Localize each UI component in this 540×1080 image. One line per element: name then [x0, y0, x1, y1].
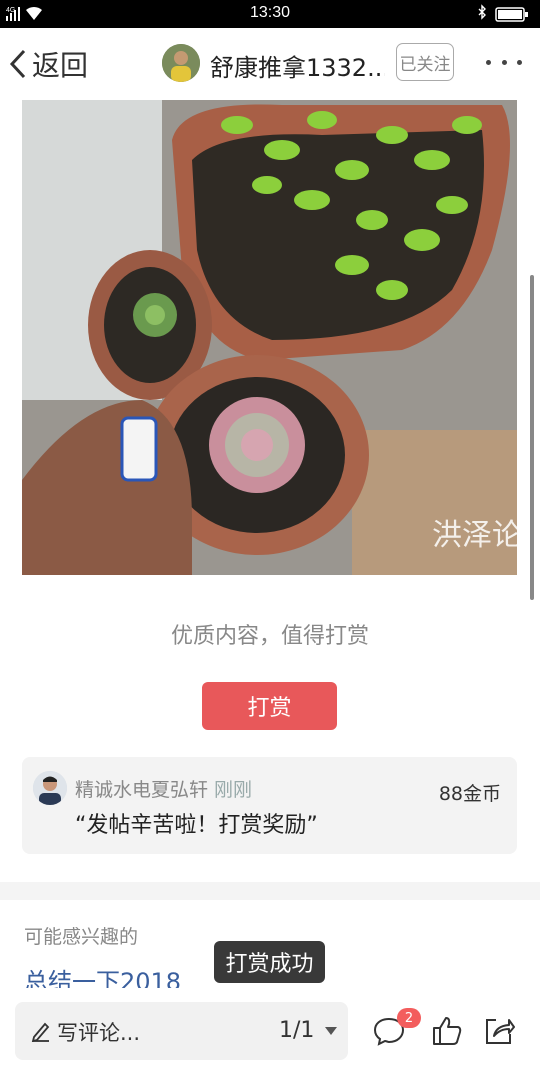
related-section-title: 可能感兴趣的	[24, 926, 139, 948]
comment-placeholder: 写评论...	[57, 1021, 141, 1045]
chevron-down-icon[interactable]	[325, 1027, 337, 1035]
image-watermark: 洪泽论坛	[432, 518, 517, 553]
reward-time: 刚刚	[214, 779, 253, 801]
status-time: 13:30	[249, 4, 291, 21]
reward-record-card: 精诚水电夏弘轩 刚刚 88金币 “发帖辛苦啦！打赏奖励”	[22, 757, 517, 854]
comment-count-badge: 2	[397, 1008, 421, 1028]
more-dots-icon[interactable]	[486, 50, 522, 74]
rewarder-avatar[interactable]	[33, 771, 67, 805]
toast-message: 打赏成功	[214, 941, 325, 983]
section-divider	[0, 882, 540, 900]
follow-button[interactable]: 已关注	[396, 43, 454, 81]
reward-message: “发帖辛苦啦！打赏奖励”	[75, 813, 318, 838]
top-nav-bar: 返回 舒康推拿1332... 已关注	[0, 28, 540, 100]
author-name[interactable]: 舒康推拿1332...	[210, 48, 385, 83]
pencil-icon	[31, 1022, 50, 1042]
reward-button[interactable]: 打赏	[202, 682, 337, 730]
status-bar: 4G 13:30	[0, 0, 540, 28]
post-image[interactable]: 洪泽论坛	[22, 100, 517, 575]
scrollbar[interactable]	[530, 275, 534, 600]
back-label: 返回	[32, 49, 89, 82]
bottom-action-bar: 写评论... 1/1 2	[0, 988, 540, 1080]
reward-amount: 88金币	[438, 783, 501, 805]
rewarder-info: 精诚水电夏弘轩 刚刚	[75, 775, 252, 802]
thumbs-up-icon[interactable]	[430, 1014, 464, 1048]
comment-input[interactable]: 写评论... 1/1	[15, 1002, 348, 1060]
back-button[interactable]: 返回	[8, 42, 88, 86]
succulent-photo: 洪泽论坛	[22, 100, 517, 575]
avatar-image	[33, 771, 67, 805]
rewarder-name[interactable]: 精诚水电夏弘轩	[75, 779, 208, 801]
battery-bluetooth-icon	[478, 4, 528, 22]
reward-tip: 优质内容，值得打赏	[170, 624, 369, 649]
share-icon[interactable]	[482, 1014, 516, 1048]
avatar-image	[162, 44, 200, 82]
author-avatar[interactable]	[162, 44, 200, 82]
page-indicator[interactable]: 1/1	[279, 1018, 314, 1043]
chevron-left-icon	[9, 49, 26, 79]
